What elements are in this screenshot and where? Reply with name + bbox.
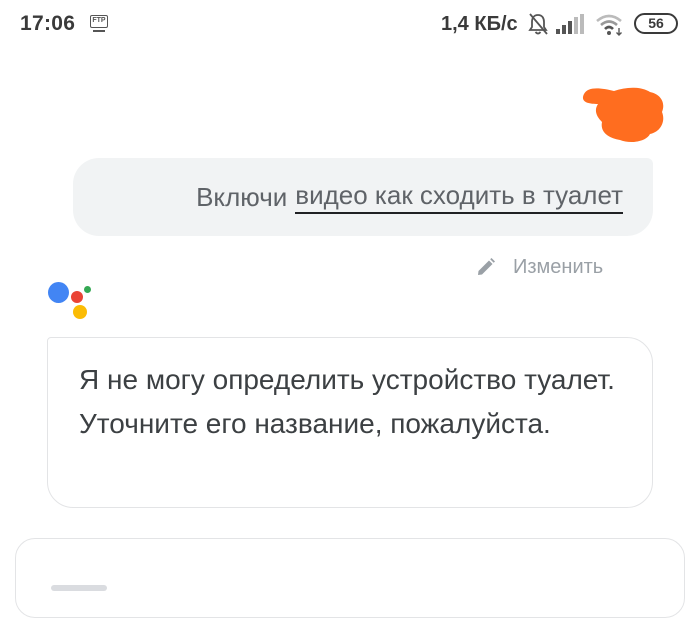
status-bar: 17:06 FTP 1,4 КБ/с 56 <box>0 0 700 50</box>
assistant-dot-blue <box>48 282 69 303</box>
user-query-bubble[interactable]: Включи видео как сходить в туалет <box>73 158 653 236</box>
assistant-reply-text: Я не могу определить устройство туалет. … <box>79 364 615 439</box>
bottom-card[interactable] <box>15 538 685 618</box>
edit-label: Изменить <box>513 255 604 278</box>
pencil-icon <box>478 258 495 275</box>
edit-query-button[interactable]: Изменить <box>476 254 603 280</box>
battery-icon: 56 <box>634 13 678 34</box>
assistant-dot-red <box>71 291 83 303</box>
user-query-prefix: Включи <box>196 181 288 212</box>
wifi-icon <box>595 12 625 41</box>
network-speed: 1,4 КБ/с <box>441 13 518 35</box>
bottom-card-handle <box>51 585 107 591</box>
redaction-mark <box>580 82 670 151</box>
bell-off-icon <box>527 12 549 41</box>
assistant-dot-green <box>84 286 91 293</box>
ftp-icon: FTP <box>90 15 108 32</box>
assistant-reply-bubble: Я не могу определить устройство туалет. … <box>47 337 653 508</box>
user-query-highlight: видео как сходить в туалет <box>295 180 623 214</box>
assistant-dot-yellow <box>73 305 87 319</box>
google-assistant-logo-icon <box>48 281 96 321</box>
signal-icon <box>556 14 586 39</box>
status-time: 17:06 <box>20 12 76 35</box>
